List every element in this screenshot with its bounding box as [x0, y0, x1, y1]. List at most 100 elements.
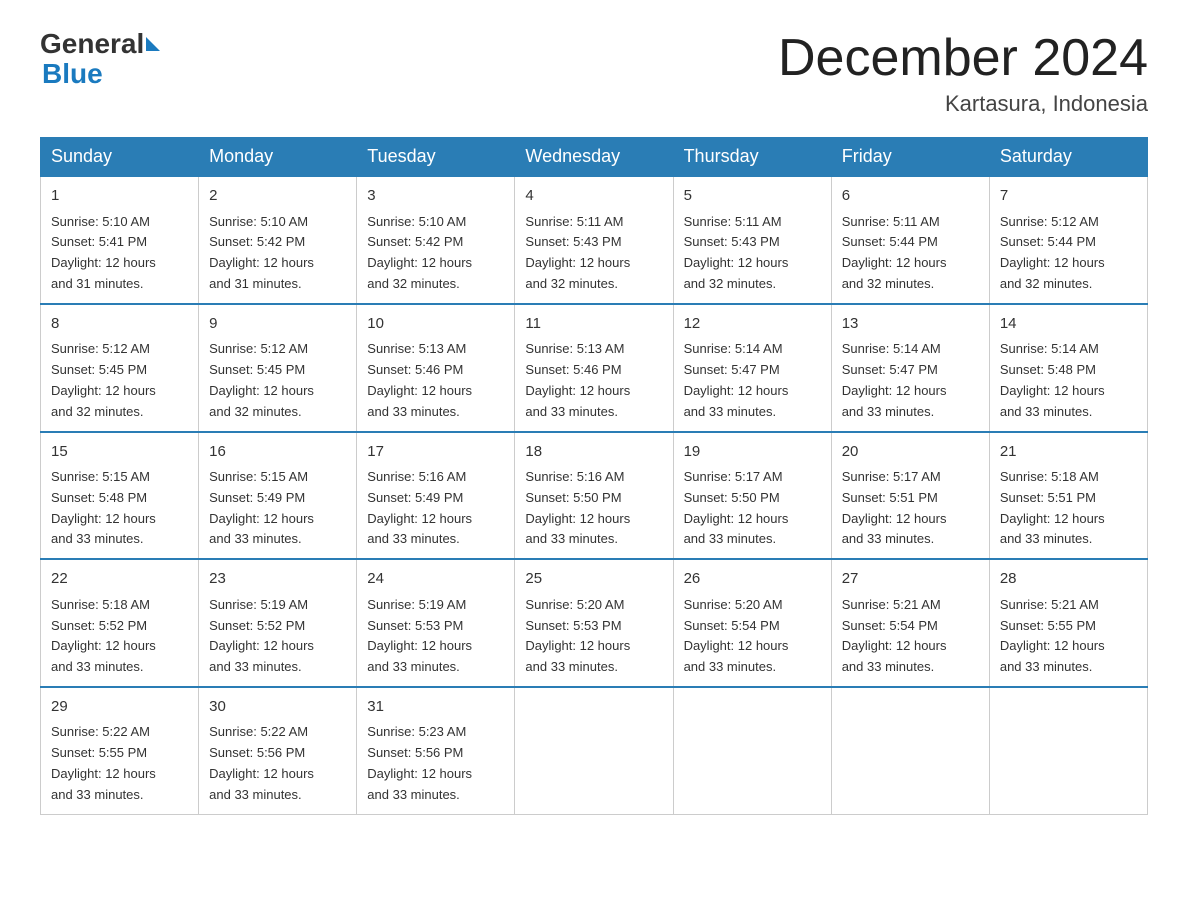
calendar-cell: 24 Sunrise: 5:19 AMSunset: 5:53 PMDayligh… — [357, 559, 515, 687]
calendar-cell: 29 Sunrise: 5:22 AMSunset: 5:55 PMDayligh… — [41, 687, 199, 814]
day-number: 18 — [525, 441, 662, 464]
calendar-cell: 17 Sunrise: 5:16 AMSunset: 5:49 PMDayligh… — [357, 432, 515, 560]
day-info: Sunrise: 5:12 AMSunset: 5:45 PMDaylight:… — [209, 341, 314, 418]
calendar-cell: 1 Sunrise: 5:10 AMSunset: 5:41 PMDaylight… — [41, 176, 199, 304]
calendar-cell: 8Sunrise: 5:12 AMSunset: 5:45 PMDaylight… — [41, 304, 199, 432]
day-info: Sunrise: 5:21 AMSunset: 5:55 PMDaylight:… — [1000, 597, 1105, 674]
column-header-thursday: Thursday — [673, 138, 831, 177]
day-info: Sunrise: 5:22 AMSunset: 5:55 PMDaylight:… — [51, 724, 156, 801]
day-info: Sunrise: 5:20 AMSunset: 5:53 PMDaylight:… — [525, 597, 630, 674]
day-info: Sunrise: 5:18 AMSunset: 5:52 PMDaylight:… — [51, 597, 156, 674]
calendar-cell: 10 Sunrise: 5:13 AMSunset: 5:46 PMDayligh… — [357, 304, 515, 432]
column-header-wednesday: Wednesday — [515, 138, 673, 177]
location-subtitle: Kartasura, Indonesia — [778, 91, 1148, 117]
calendar-cell: 5 Sunrise: 5:11 AMSunset: 5:43 PMDaylight… — [673, 176, 831, 304]
calendar-cell: 27 Sunrise: 5:21 AMSunset: 5:54 PMDayligh… — [831, 559, 989, 687]
day-number: 27 — [842, 568, 979, 591]
calendar-cell: 7 Sunrise: 5:12 AMSunset: 5:44 PMDaylight… — [989, 176, 1147, 304]
day-info: Sunrise: 5:16 AMSunset: 5:49 PMDaylight:… — [367, 469, 472, 546]
day-info: Sunrise: 5:18 AMSunset: 5:51 PMDaylight:… — [1000, 469, 1105, 546]
day-info: Sunrise: 5:19 AMSunset: 5:52 PMDaylight:… — [209, 597, 314, 674]
day-number: 23 — [209, 568, 346, 591]
day-info: Sunrise: 5:11 AMSunset: 5:43 PMDaylight:… — [525, 214, 630, 291]
column-header-friday: Friday — [831, 138, 989, 177]
day-info: Sunrise: 5:14 AMSunset: 5:48 PMDaylight:… — [1000, 341, 1105, 418]
logo-general-text: General — [40, 30, 144, 58]
day-number: 28 — [1000, 568, 1137, 591]
calendar-cell: 22Sunrise: 5:18 AMSunset: 5:52 PMDayligh… — [41, 559, 199, 687]
day-number: 21 — [1000, 441, 1137, 464]
calendar-cell: 11Sunrise: 5:13 AMSunset: 5:46 PMDayligh… — [515, 304, 673, 432]
calendar-cell: 16 Sunrise: 5:15 AMSunset: 5:49 PMDayligh… — [199, 432, 357, 560]
calendar-cell: 21 Sunrise: 5:18 AMSunset: 5:51 PMDayligh… — [989, 432, 1147, 560]
week-row-3: 15 Sunrise: 5:15 AMSunset: 5:48 PMDayligh… — [41, 432, 1148, 560]
calendar-cell — [831, 687, 989, 814]
logo: General Blue — [40, 30, 162, 90]
day-number: 20 — [842, 441, 979, 464]
day-number: 9 — [209, 313, 346, 336]
calendar-cell — [989, 687, 1147, 814]
logo-blue-text: Blue — [42, 58, 103, 89]
day-number: 17 — [367, 441, 504, 464]
day-info: Sunrise: 5:20 AMSunset: 5:54 PMDaylight:… — [684, 597, 789, 674]
day-number: 12 — [684, 313, 821, 336]
day-info: Sunrise: 5:17 AMSunset: 5:51 PMDaylight:… — [842, 469, 947, 546]
day-number: 11 — [525, 313, 662, 336]
day-number: 14 — [1000, 313, 1137, 336]
day-info: Sunrise: 5:15 AMSunset: 5:49 PMDaylight:… — [209, 469, 314, 546]
day-info: Sunrise: 5:23 AMSunset: 5:56 PMDaylight:… — [367, 724, 472, 801]
week-row-5: 29 Sunrise: 5:22 AMSunset: 5:55 PMDayligh… — [41, 687, 1148, 814]
column-header-sunday: Sunday — [41, 138, 199, 177]
day-number: 13 — [842, 313, 979, 336]
calendar-cell: 18Sunrise: 5:16 AMSunset: 5:50 PMDayligh… — [515, 432, 673, 560]
column-header-saturday: Saturday — [989, 138, 1147, 177]
day-number: 25 — [525, 568, 662, 591]
day-info: Sunrise: 5:12 AMSunset: 5:44 PMDaylight:… — [1000, 214, 1105, 291]
day-number: 1 — [51, 185, 188, 208]
day-info: Sunrise: 5:14 AMSunset: 5:47 PMDaylight:… — [842, 341, 947, 418]
day-number: 29 — [51, 696, 188, 719]
calendar-cell: 13 Sunrise: 5:14 AMSunset: 5:47 PMDayligh… — [831, 304, 989, 432]
day-number: 10 — [367, 313, 504, 336]
day-number: 6 — [842, 185, 979, 208]
day-number: 16 — [209, 441, 346, 464]
day-info: Sunrise: 5:10 AMSunset: 5:42 PMDaylight:… — [209, 214, 314, 291]
day-info: Sunrise: 5:13 AMSunset: 5:46 PMDaylight:… — [367, 341, 472, 418]
calendar-title-area: December 2024 Kartasura, Indonesia — [778, 30, 1148, 117]
calendar-cell: 3Sunrise: 5:10 AMSunset: 5:42 PMDaylight… — [357, 176, 515, 304]
day-number: 15 — [51, 441, 188, 464]
day-number: 26 — [684, 568, 821, 591]
calendar-cell: 30Sunrise: 5:22 AMSunset: 5:56 PMDayligh… — [199, 687, 357, 814]
day-info: Sunrise: 5:21 AMSunset: 5:54 PMDaylight:… — [842, 597, 947, 674]
page-header: General Blue December 2024 Kartasura, In… — [40, 30, 1148, 117]
day-number: 5 — [684, 185, 821, 208]
day-info: Sunrise: 5:10 AMSunset: 5:41 PMDaylight:… — [51, 214, 156, 291]
day-info: Sunrise: 5:14 AMSunset: 5:47 PMDaylight:… — [684, 341, 789, 418]
day-info: Sunrise: 5:12 AMSunset: 5:45 PMDaylight:… — [51, 341, 156, 418]
day-number: 19 — [684, 441, 821, 464]
day-number: 4 — [525, 185, 662, 208]
day-info: Sunrise: 5:11 AMSunset: 5:44 PMDaylight:… — [842, 214, 947, 291]
day-number: 7 — [1000, 185, 1137, 208]
day-info: Sunrise: 5:10 AMSunset: 5:42 PMDaylight:… — [367, 214, 472, 291]
logo-arrow-icon — [146, 37, 160, 51]
day-info: Sunrise: 5:11 AMSunset: 5:43 PMDaylight:… — [684, 214, 789, 291]
calendar-cell: 26 Sunrise: 5:20 AMSunset: 5:54 PMDayligh… — [673, 559, 831, 687]
day-info: Sunrise: 5:22 AMSunset: 5:56 PMDaylight:… — [209, 724, 314, 801]
calendar-cell: 20 Sunrise: 5:17 AMSunset: 5:51 PMDayligh… — [831, 432, 989, 560]
calendar-cell — [673, 687, 831, 814]
calendar-cell: 2Sunrise: 5:10 AMSunset: 5:42 PMDaylight… — [199, 176, 357, 304]
calendar-cell: 25 Sunrise: 5:20 AMSunset: 5:53 PMDayligh… — [515, 559, 673, 687]
calendar-cell: 31Sunrise: 5:23 AMSunset: 5:56 PMDayligh… — [357, 687, 515, 814]
calendar-cell: 28 Sunrise: 5:21 AMSunset: 5:55 PMDayligh… — [989, 559, 1147, 687]
calendar-cell — [515, 687, 673, 814]
day-number: 24 — [367, 568, 504, 591]
week-row-1: 1 Sunrise: 5:10 AMSunset: 5:41 PMDaylight… — [41, 176, 1148, 304]
month-year-title: December 2024 — [778, 30, 1148, 87]
day-info: Sunrise: 5:19 AMSunset: 5:53 PMDaylight:… — [367, 597, 472, 674]
calendar-table: SundayMondayTuesdayWednesdayThursdayFrid… — [40, 137, 1148, 814]
calendar-cell: 12 Sunrise: 5:14 AMSunset: 5:47 PMDayligh… — [673, 304, 831, 432]
calendar-cell: 6 Sunrise: 5:11 AMSunset: 5:44 PMDaylight… — [831, 176, 989, 304]
day-info: Sunrise: 5:15 AMSunset: 5:48 PMDaylight:… — [51, 469, 156, 546]
week-row-4: 22Sunrise: 5:18 AMSunset: 5:52 PMDayligh… — [41, 559, 1148, 687]
